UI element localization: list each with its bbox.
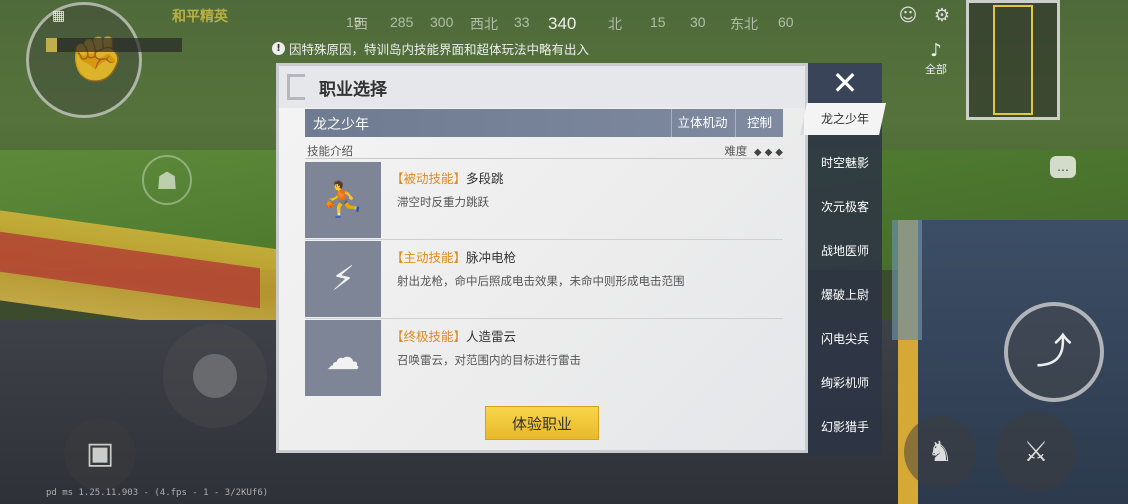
class-select-panel: 职业选择 龙之少年 立体机动 控制 技能介绍 难度 ◆ ◆ ◆ ⛹ 【被动技能】多段… xyxy=(276,63,808,453)
notice-banner: ! 因特殊原因，特训岛内技能界面和超体玩法中略有出入 xyxy=(272,39,589,58)
emote-icon[interactable]: ☺ xyxy=(898,6,918,26)
diamond-icon: ◆ xyxy=(753,147,762,158)
class-list: 龙之少年时空魅影次元极客战地医师爆破上尉闪电尖兵绚彩机师幻影猎手 xyxy=(800,103,886,455)
health-bar-fill xyxy=(46,38,57,52)
compass-tick: 340 xyxy=(548,14,577,33)
difficulty-diamonds: ◆ ◆ ◆ xyxy=(751,144,783,158)
all-label: 全部 xyxy=(925,63,947,76)
close-icon[interactable]: ✕ xyxy=(808,63,882,103)
skill-intro-label: 技能介绍 xyxy=(307,144,353,158)
chat-icon[interactable]: … xyxy=(1050,156,1076,178)
class-tag: 立体机动 xyxy=(671,109,733,137)
compass-tick: 60 xyxy=(778,14,794,30)
divider xyxy=(305,239,783,240)
health-bar xyxy=(46,38,182,52)
prone-icon[interactable]: ⚔ xyxy=(996,412,1076,492)
all-button[interactable]: ♪ 全部 xyxy=(925,40,947,77)
class-item[interactable]: 龙之少年 xyxy=(800,103,886,135)
skill-name: 脉冲电枪 xyxy=(466,250,517,265)
class-header: 龙之少年 立体机动 控制 xyxy=(305,109,783,137)
class-item[interactable]: 时空魅影 xyxy=(808,147,882,179)
class-item[interactable]: 幻影猎手 xyxy=(808,411,882,443)
mic-icon: ♪ xyxy=(930,40,942,61)
move-joystick[interactable] xyxy=(163,324,267,428)
compass-tick: 300 xyxy=(430,14,454,30)
thundercloud-icon: ☁ xyxy=(305,320,381,396)
skill-type: 【主动技能】 xyxy=(391,250,467,265)
class-item[interactable]: 绚彩机师 xyxy=(808,367,882,399)
debug-text: pd ms 1.25.11.903 - (4.fps - 1 - 3/2KUf6… xyxy=(46,488,269,498)
skill-intro-row: 技能介绍 难度 ◆ ◆ ◆ xyxy=(305,141,783,159)
try-class-button[interactable]: 体验职业 xyxy=(485,406,599,440)
skill-name: 人造雷云 xyxy=(466,329,517,344)
skill-type: 【被动技能】 xyxy=(391,171,467,186)
diamond-icon: ◆ xyxy=(775,147,783,158)
compass-tick: 33 xyxy=(514,14,530,30)
skill-description: 射出龙枪，命中后照成电击效果，未命中则形成电击范围 xyxy=(397,274,685,288)
menu-grid-icon[interactable]: ▦ xyxy=(52,8,68,24)
backpack-icon[interactable]: ▣ xyxy=(64,418,136,490)
pulse-spear-icon: ⚡ xyxy=(305,241,381,317)
class-item[interactable]: 爆破上尉 xyxy=(808,279,882,311)
skill-row-passive: ⛹ 【被动技能】多段跳 滞空时反重力跳跃 xyxy=(305,162,783,240)
skill-type: 【终极技能】 xyxy=(391,329,467,344)
panel-title: 职业选择 xyxy=(319,80,387,100)
gear-icon[interactable]: ⚙ xyxy=(932,6,952,26)
skill-button[interactable]: ⤴ xyxy=(1004,302,1104,402)
divider xyxy=(305,158,783,159)
class-item[interactable]: 闪电尖兵 xyxy=(808,323,882,355)
title-bracket-deco xyxy=(287,74,305,100)
skill-row-ultimate: ☁ 【终极技能】人造雷云 召唤雷云，对范围内的目标进行雷击 xyxy=(305,320,783,396)
compass-tick: 西 xyxy=(354,16,368,32)
compass-tick: 30 xyxy=(690,14,706,30)
skill-description: 滞空时反重力跳跃 xyxy=(397,195,489,209)
selected-class-name: 龙之少年 xyxy=(313,117,369,133)
class-item[interactable]: 次元极客 xyxy=(808,191,882,223)
player-portrait[interactable]: ✊ xyxy=(26,2,142,118)
skill-title: 【主动技能】脉冲电枪 xyxy=(391,247,516,266)
notice-text: 因特殊原因，特训岛内技能界面和超体玩法中略有出入 xyxy=(289,42,590,57)
minimap-zone xyxy=(993,5,1033,115)
compass-tick: 西北 xyxy=(470,16,498,32)
minimap[interactable] xyxy=(966,0,1060,120)
joystick-knob[interactable] xyxy=(193,354,237,398)
compass-tick: 15 xyxy=(650,14,666,30)
game-logo: 和平精英 xyxy=(172,9,228,25)
panel-title-bar: 职业选择 xyxy=(279,66,805,108)
info-icon: ! xyxy=(272,42,285,55)
top-right-icons: ☺ ⚙ xyxy=(898,6,952,26)
difficulty-label: 难度 xyxy=(724,144,748,158)
crouch-icon[interactable]: ♞ xyxy=(904,416,976,488)
class-item[interactable]: 战地医师 xyxy=(808,235,882,267)
prone-toggle-icon[interactable]: ☗ xyxy=(142,155,192,205)
class-tag: 控制 xyxy=(735,109,783,137)
skill-title: 【被动技能】多段跳 xyxy=(391,168,504,187)
pillar xyxy=(892,220,922,340)
skill-title: 【终极技能】人造雷云 xyxy=(391,326,516,345)
compass-tick: 北 xyxy=(608,16,622,32)
diamond-icon: ◆ xyxy=(764,147,773,158)
double-jump-icon: ⛹ xyxy=(305,162,381,238)
compass-tick: 285 xyxy=(390,14,414,30)
difficulty-rating: 难度 ◆ ◆ ◆ xyxy=(724,143,783,159)
skill-row-active: ⚡ 【主动技能】脉冲电枪 射出龙枪，命中后照成电击效果，未命中则形成电击范围 xyxy=(305,241,783,319)
skill-description: 召唤雷云，对范围内的目标进行雷击 xyxy=(397,353,581,367)
compass-tick: 东北 xyxy=(730,16,758,32)
compass-bar: 15 西 285 300 西北 33 340 北 15 30 东北 60 xyxy=(346,14,806,36)
divider xyxy=(305,318,783,319)
skill-name: 多段跳 xyxy=(466,171,504,186)
